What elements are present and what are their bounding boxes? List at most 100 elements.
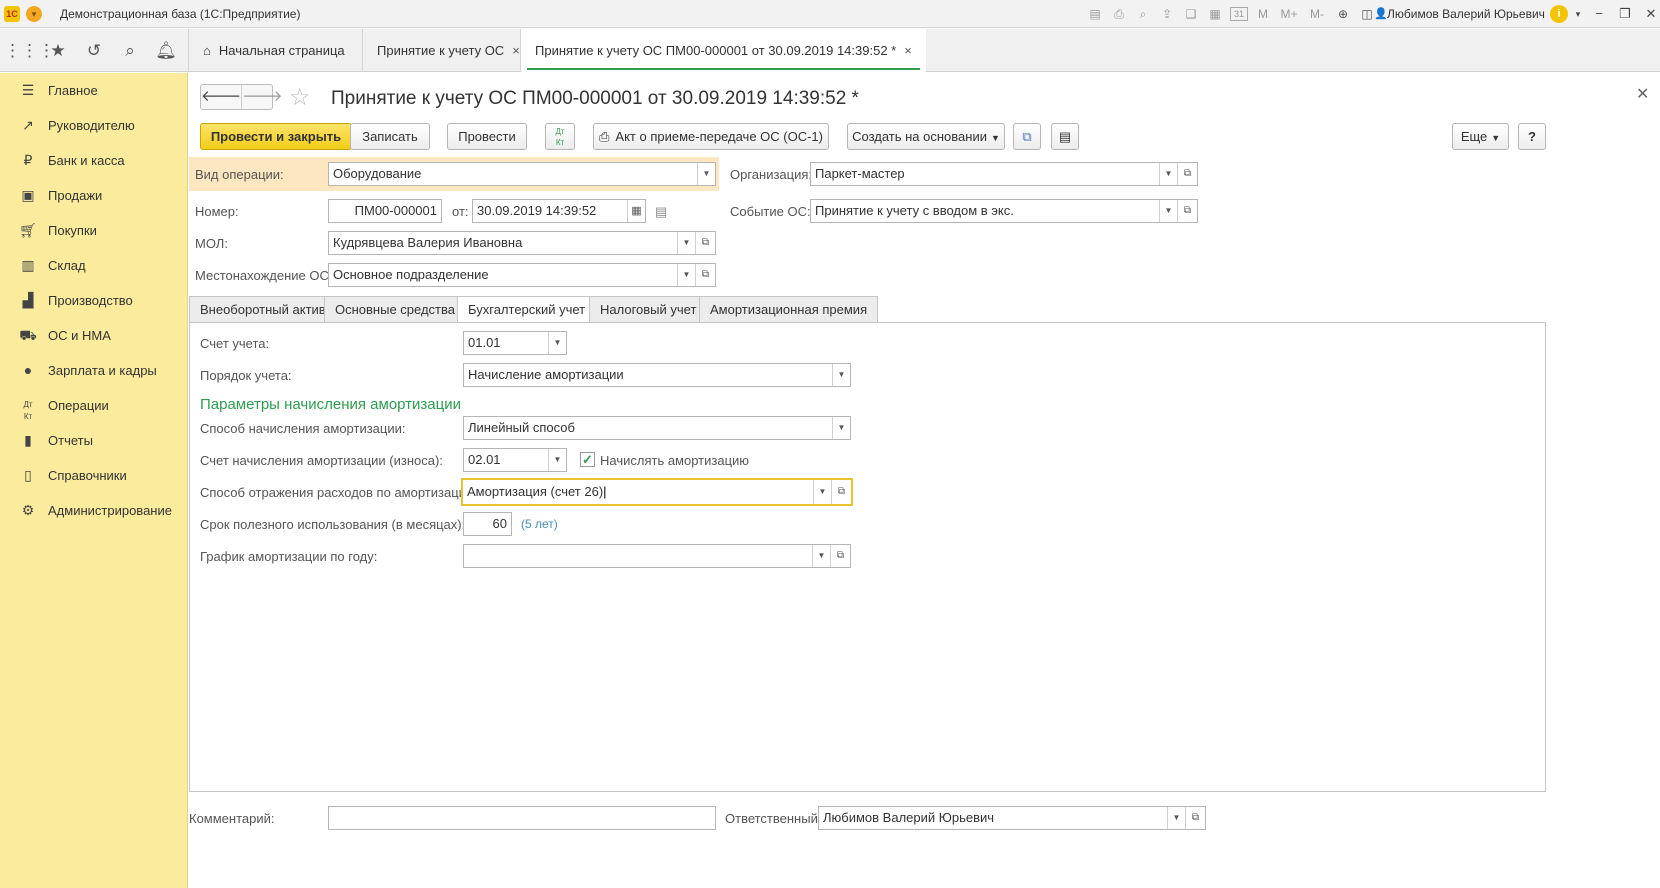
responsible-field[interactable]: Любимов Валерий Юрьевич ▼ ⧉ [818,806,1206,830]
sidebar-item-warehouse[interactable]: ▥ Склад [0,248,188,283]
favorite-star-icon[interactable]: ☆ [289,83,311,112]
sidebar-item-purchases[interactable]: 🛒︎ Покупки [0,213,188,248]
accrue-depreciation-label: Начислять амортизацию [600,453,750,468]
account-field[interactable]: 01.01 ▼ [463,331,567,355]
notifications-bell-icon[interactable]: 🔔︎ [148,29,184,72]
print-act-button[interactable]: ⎙ Акт о приеме-передаче ОС (ОС-1) [593,123,829,150]
chevron-down-icon[interactable]: ▼ [548,449,566,471]
organization-field[interactable]: Паркет-мастер ▼ ⧉ [810,162,1198,186]
number-field[interactable]: ПМ00-000001 [328,199,442,223]
history-icon[interactable]: ↺ [76,29,112,72]
tab-fixed-assets[interactable]: Основные средства [324,296,466,323]
comment-field[interactable] [328,806,716,830]
mol-field[interactable]: Кудрявцева Валерия Ивановна ▼ ⧉ [328,231,716,255]
structure-icon[interactable]: ⧉ [1013,123,1041,150]
sidebar-item-operations[interactable]: Дт Кт Операции [0,388,188,423]
open-icon[interactable]: ⧉ [1185,807,1205,829]
useful-life-field[interactable]: 60 [463,512,512,536]
apps-grid-icon[interactable]: ⋮⋮⋮ [4,29,55,72]
close-form-icon[interactable]: ✕ [1636,84,1649,104]
tab-accounting[interactable]: Бухгалтерский учет [457,296,597,324]
search-icon[interactable]: ⌕ [112,29,148,72]
calendar-icon[interactable]: 31 [1230,7,1248,21]
post-button[interactable]: Провести [447,123,527,150]
expense-method-field[interactable]: Амортизация (счет 26)| ▼ ⧉ [461,478,853,506]
open-icon[interactable]: ⧉ [1177,163,1197,185]
asset-event-field[interactable]: Принятие к учету с вводом в экс. ▼ ⧉ [810,199,1198,223]
save-icon[interactable]: ▤ [1086,5,1104,23]
depreciation-method-field[interactable]: Линейный способ ▼ [463,416,851,440]
more-icon[interactable]: ▾ [1572,4,1584,24]
open-icon[interactable]: ⧉ [695,232,715,254]
chevron-down-icon[interactable]: ▼ [832,417,850,439]
comment-history-icon[interactable]: ▤ [655,204,667,220]
date-field[interactable]: 30.09.2019 14:39:52 ▦ [472,199,646,223]
sidebar-item-management[interactable]: ↗ Руководителю [0,108,188,143]
more-button[interactable]: Еще ▼ [1452,123,1509,150]
sidebar-item-payroll[interactable]: ● Зарплата и кадры [0,353,188,388]
chart-icon: ▮ [24,432,32,448]
back-arrow-icon[interactable]: 🡐 [201,85,241,109]
dt-kt-button[interactable]: Дт Кт [545,123,575,150]
sidebar-item-administration[interactable]: ⚙ Администрирование [0,493,188,528]
chevron-down-icon[interactable]: ▼ [1159,200,1177,222]
open-icon[interactable]: ⧉ [830,545,850,567]
tab-depreciation-bonus[interactable]: Амортизационная премия [699,296,879,323]
tab-asset-acceptance-list[interactable]: Принятие к учету ОС × [362,29,534,72]
tab-tax-accounting[interactable]: Налоговый учет [589,296,708,323]
chevron-down-icon[interactable]: ▼ [813,480,831,504]
preview-icon[interactable]: ⌕ [1134,5,1152,23]
calculator-icon[interactable]: ▦ [1206,5,1224,23]
minimize-icon[interactable]: − [1588,4,1610,24]
sidebar-item-references[interactable]: ▯ Справочники [0,458,188,493]
sidebar-item-sales[interactable]: ▣ Продажи [0,178,188,213]
open-icon[interactable]: ⧉ [831,480,851,504]
calendar-icon[interactable]: ▦ [627,200,645,222]
memory-minus-button[interactable]: M- [1306,5,1328,23]
depreciation-schedule-field[interactable]: ▼ ⧉ [463,544,851,568]
create-based-on-button[interactable]: Создать на основании ▼ [847,123,1005,150]
favorites-star-icon[interactable]: ★ [40,29,76,72]
chevron-down-icon[interactable]: ▼ [1159,163,1177,185]
sidebar-item-fixed-assets[interactable]: ⛟ ОС и НМА [0,318,188,353]
close-tab-icon[interactable]: × [904,43,912,58]
info-icon[interactable]: i [1550,5,1568,23]
report-icon[interactable]: ▤ [1051,123,1079,150]
accrue-depreciation-checkbox[interactable]: ✓ [580,452,595,467]
print-icon[interactable]: ⎙ [1110,5,1128,23]
main-menu-icon[interactable]: ▾ [26,6,42,22]
save-button[interactable]: Записать [350,123,430,150]
zoom-icon[interactable]: ⊕ [1334,5,1352,23]
copy-icon[interactable]: ❏ [1182,5,1200,23]
restore-icon[interactable]: ❐ [1614,4,1636,24]
tab-asset-acceptance-document[interactable]: Принятие к учету ОС ПМ00-000001 от 30.09… [520,29,926,72]
depreciation-account-field[interactable]: 02.01 ▼ [463,448,567,472]
forward-arrow-icon[interactable]: 🡒 [241,85,282,109]
open-icon[interactable]: ⧉ [1177,200,1197,222]
chevron-down-icon[interactable]: ▼ [677,264,695,286]
sidebar-item-main[interactable]: ☰ Главное [0,73,188,108]
help-button[interactable]: ? [1518,123,1546,150]
upload-icon[interactable]: ⇪ [1158,5,1176,23]
chevron-down-icon[interactable]: ▼ [677,232,695,254]
close-window-icon[interactable]: ✕ [1640,4,1660,24]
chevron-down-icon[interactable]: ▼ [1167,807,1185,829]
chevron-down-icon[interactable]: ▼ [812,545,830,567]
chevron-down-icon[interactable]: ▼ [548,332,566,354]
accounting-order-field[interactable]: Начисление амортизации ▼ [463,363,851,387]
operation-type-field[interactable]: Оборудование ▼ [328,162,716,186]
close-tab-icon[interactable]: × [512,43,520,58]
chevron-down-icon[interactable]: ▼ [832,364,850,386]
sidebar-item-bank[interactable]: ₽ Банк и касса [0,143,188,178]
location-field[interactable]: Основное подразделение ▼ ⧉ [328,263,716,287]
memory-m-button[interactable]: M [1254,5,1272,23]
memory-plus-button[interactable]: M+ [1278,5,1300,23]
post-and-close-button[interactable]: Провести и закрыть [200,123,352,150]
tab-noncurrent-asset[interactable]: Внеоборотный актив [189,296,337,323]
sidebar-item-reports[interactable]: ▮ Отчеты [0,423,188,458]
chevron-down-icon[interactable]: ▼ [697,163,715,185]
open-icon[interactable]: ⧉ [695,264,715,286]
current-user[interactable]: Любимов Валерий Юрьевич [1387,7,1545,21]
sidebar-item-production[interactable]: ▟ Производство [0,283,188,318]
tab-home[interactable]: ⌂ Начальная страница [188,29,359,72]
